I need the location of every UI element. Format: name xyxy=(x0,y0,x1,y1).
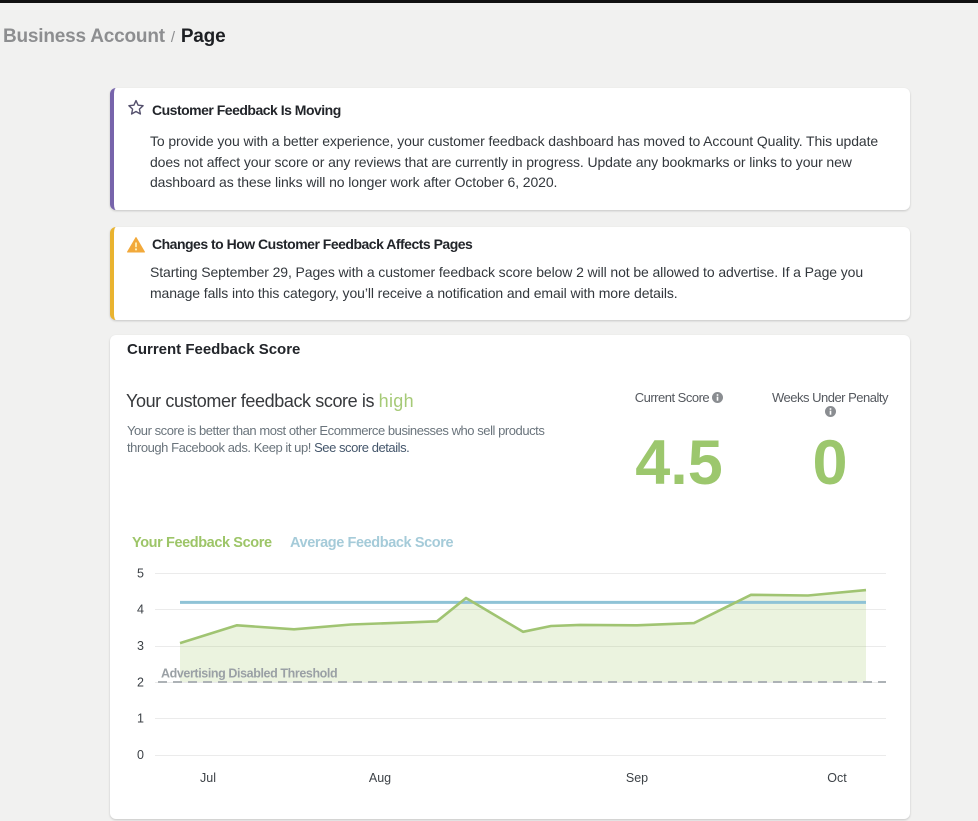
svg-text:3: 3 xyxy=(137,639,144,653)
svg-text:Jul: Jul xyxy=(200,771,216,785)
svg-text:Aug: Aug xyxy=(369,771,391,785)
svg-text:1: 1 xyxy=(137,712,144,726)
svg-text:Advertising Disabled Threshold: Advertising Disabled Threshold xyxy=(161,667,337,681)
svg-text:Sep: Sep xyxy=(626,771,648,785)
svg-text:5: 5 xyxy=(137,567,144,581)
svg-text:Oct: Oct xyxy=(827,771,847,785)
svg-text:0: 0 xyxy=(137,748,144,762)
svg-text:2: 2 xyxy=(137,676,144,690)
svg-text:4: 4 xyxy=(137,603,144,617)
